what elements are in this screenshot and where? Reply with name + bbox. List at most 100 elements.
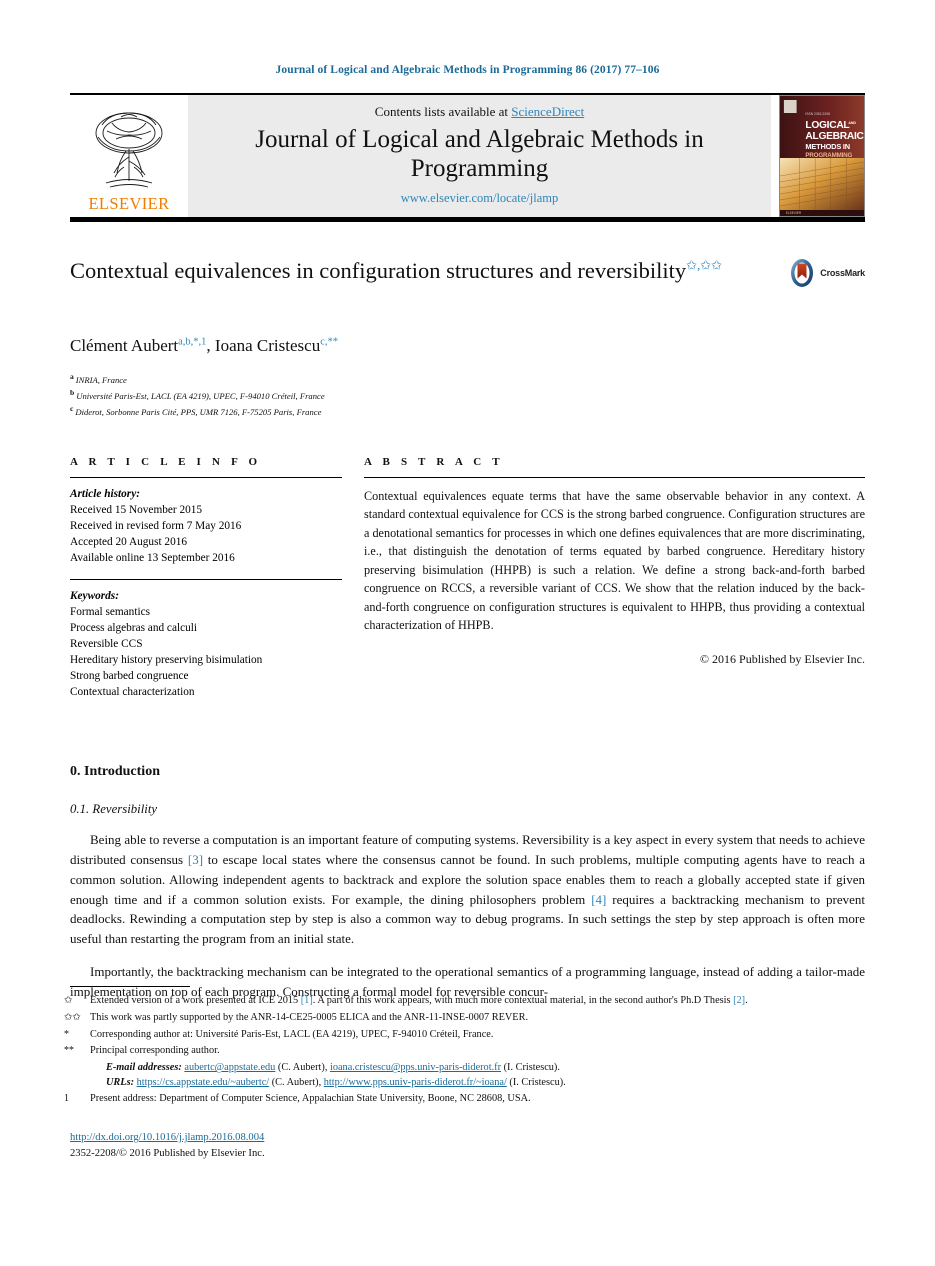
keyword-item: Strong barbed congruence <box>70 669 189 682</box>
title-block: Contextual equivalences in configuration… <box>70 256 865 314</box>
keywords-block: Keywords: Formal semantics Process algeb… <box>70 588 342 700</box>
crossmark-badge[interactable]: CrossMark <box>787 258 865 288</box>
footnote-principal-text: Principal corresponding author. <box>90 1045 220 1057</box>
info-abstract-row: A R T I C L E I N F O Article history: R… <box>70 456 865 700</box>
masthead-bottom-rule <box>70 217 865 222</box>
bottom-identifiers: http://dx.doi.org/10.1016/j.jlamp.2016.0… <box>70 1130 265 1162</box>
footnote-present-address-text: Present address: Department of Computer … <box>90 1092 531 1104</box>
footnote-double-star-symbol: ✩✩ <box>64 1011 81 1023</box>
abstract-heading: A B S T R A C T <box>364 455 504 468</box>
journal-masthead: ELSEVIER Contents lists available at Sci… <box>70 95 865 217</box>
keywords-rule <box>70 578 342 580</box>
author-2-affiliation-marks: c,** <box>320 336 338 348</box>
subsection-heading-reversibility: 0.1. Reversibility <box>70 801 158 816</box>
title-footnote-marks: ✩,✩✩ <box>686 257 723 273</box>
page-title: Contextual equivalences in configuration… <box>70 256 730 285</box>
keyword-item: Hereditary history preserving bisimulati… <box>70 653 263 666</box>
history-item: Received 15 November 2015 <box>70 503 203 516</box>
footnote-corresponding-author: * Corresponding author at: Université Par… <box>64 1027 865 1043</box>
author-name-1: Clément Aubert <box>70 336 179 355</box>
footnote-number-symbol: 1 <box>64 1092 69 1104</box>
affiliation-letter: a <box>70 372 74 381</box>
article-history-label: Article history: <box>70 487 140 500</box>
history-item: Accepted 20 August 2016 <box>70 535 188 548</box>
affiliation-list: a INRIA, France b Université Paris-Est, LA… <box>70 371 865 420</box>
citation-ref-4[interactable]: [4] <box>591 892 606 907</box>
paragraph-1: Being able to reverse a computation is a… <box>70 830 865 949</box>
elsevier-tree-icon <box>95 112 163 188</box>
svg-text:ALGEBRAIC: ALGEBRAIC <box>805 131 864 142</box>
url2-owner: (I. Cristescu). <box>506 1077 566 1089</box>
elsevier-wordmark: ELSEVIER <box>88 194 170 213</box>
keyword-item: Formal semantics <box>70 605 151 618</box>
section-heading-introduction: 0. Introduction <box>70 763 160 779</box>
article-info-rule <box>70 476 342 478</box>
url-link-aubert[interactable]: https://cs.appstate.edu/~aubertc/ <box>137 1077 270 1088</box>
svg-text:PROGRAMMING: PROGRAMMING <box>805 152 852 159</box>
svg-text:LOGICAL: LOGICAL <box>805 120 850 131</box>
running-head: Journal of Logical and Algebraic Methods… <box>275 64 660 76</box>
article-history-block: Article history: Received 15 November 20… <box>70 486 342 566</box>
svg-text:AND: AND <box>848 121 856 125</box>
affiliation-text: Université Paris-Est, LACL (EA 4219), UP… <box>76 391 325 402</box>
citation-ref-1[interactable]: [1] <box>301 995 313 1006</box>
footnote-separator-rule <box>70 986 190 987</box>
affiliation-text: INRIA, France <box>75 374 127 385</box>
article-info-column: A R T I C L E I N F O Article history: R… <box>70 456 342 700</box>
abstract-text: Contextual equivalences equate terms tha… <box>364 488 865 633</box>
affiliation-letter: c <box>70 404 74 414</box>
history-item: Received in revised form 7 May 2016 <box>70 519 242 532</box>
author-separator: , <box>206 336 215 355</box>
footnote-star-text-c: . <box>745 995 748 1006</box>
footnote-asterisk-symbol: * <box>64 1028 69 1040</box>
sciencedirect-link[interactable]: ScienceDirect <box>511 104 584 119</box>
body-section: 0. Introduction 0.1. Reversibility Being… <box>70 764 865 1002</box>
email1-owner: (C. Aubert), <box>275 1062 330 1074</box>
footnote-double-star: ✩✩ This work was partly supported by the … <box>64 1010 865 1026</box>
author-list: Clément Auberta,b,*,1, Ioana Cristescuc,… <box>70 336 865 356</box>
affiliation-item: c Diderot, Sorbonne Paris Cité, PPS, UMR … <box>70 403 865 419</box>
keyword-item: Process algebras and calculi <box>70 621 198 634</box>
footnote-present-address: 1 Present address: Department of Computer… <box>64 1091 865 1107</box>
footnote-emails: E-mail addresses: aubertc@appstate.edu (… <box>70 1060 865 1075</box>
contents-available-line: Contents lists available at ScienceDirec… <box>375 104 584 120</box>
keyword-item: Reversible CCS <box>70 637 143 650</box>
paper-page: Journal of Logical and Algebraic Methods… <box>0 0 935 1266</box>
citation-ref-2[interactable]: [2] <box>733 995 745 1006</box>
footnote-star-text-a: Extended version of a work presented at … <box>90 995 301 1006</box>
footnote-double-star-text: This work was partly supported by the AN… <box>90 1011 529 1023</box>
footnote-principal-author: ** Principal corresponding author. <box>64 1043 865 1059</box>
email-link-aubert[interactable]: aubertc@appstate.edu <box>184 1062 275 1073</box>
journal-title: Journal of Logical and Algebraic Methods… <box>255 126 704 182</box>
doi-link[interactable]: http://dx.doi.org/10.1016/j.jlamp.2016.0… <box>70 1132 264 1143</box>
footnotes-block: ✩ Extended version of a work presented at… <box>64 986 865 1107</box>
citation-ref-3[interactable]: [3] <box>188 852 203 867</box>
svg-text:METHODS IN: METHODS IN <box>805 142 850 151</box>
abstract-column: A B S T R A C T Contextual equivalences … <box>364 456 865 700</box>
svg-text:ISSN 2352-2208: ISSN 2352-2208 <box>805 112 830 116</box>
affiliation-letter: b <box>70 388 75 398</box>
author-1-affiliation-marks: a,b,*,1 <box>178 336 207 348</box>
journal-cover-thumbnail: ISSN 2352-2208 LOGICAL AND ALGEBRAIC MET… <box>779 95 865 217</box>
article-info-heading: A R T I C L E I N F O <box>70 455 262 468</box>
keywords-label: Keywords: <box>70 589 119 602</box>
footnote-double-asterisk-symbol: ** <box>64 1045 74 1057</box>
crossmark-icon <box>791 259 814 287</box>
journal-homepage-link[interactable]: www.elsevier.com/locate/jlamp <box>401 191 558 206</box>
author-name-2: Ioana Cristescu <box>214 336 321 355</box>
urls-label: URLs: <box>106 1077 135 1089</box>
abstract-copyright: © 2016 Published by Elsevier Inc. <box>699 651 865 666</box>
affiliation-item: b Université Paris-Est, LACL (EA 4219), U… <box>70 387 865 403</box>
email-addresses-label: E-mail addresses: <box>106 1062 182 1074</box>
footnote-corresponding-text: Corresponding author at: Université Pari… <box>90 1028 494 1040</box>
crossmark-label: CrossMark <box>820 268 865 278</box>
title-text: Contextual equivalences in configuration… <box>70 258 687 283</box>
affiliation-item: a INRIA, France <box>70 371 865 387</box>
footnote-star-symbol: ✩ <box>64 995 73 1006</box>
footnote-star-text-b: . A part of this work appears, with much… <box>312 995 734 1006</box>
email-link-cristescu[interactable]: ioana.cristescu@pps.univ-paris-diderot.f… <box>330 1062 501 1073</box>
footnote-urls: URLs: https://cs.appstate.edu/~aubertc/ … <box>70 1075 865 1090</box>
contents-prefix: Contents lists available at <box>374 104 512 119</box>
url-link-cristescu[interactable]: http://www.pps.univ-paris-diderot.fr/~io… <box>324 1077 507 1088</box>
url1-owner: (C. Aubert), <box>269 1077 324 1089</box>
